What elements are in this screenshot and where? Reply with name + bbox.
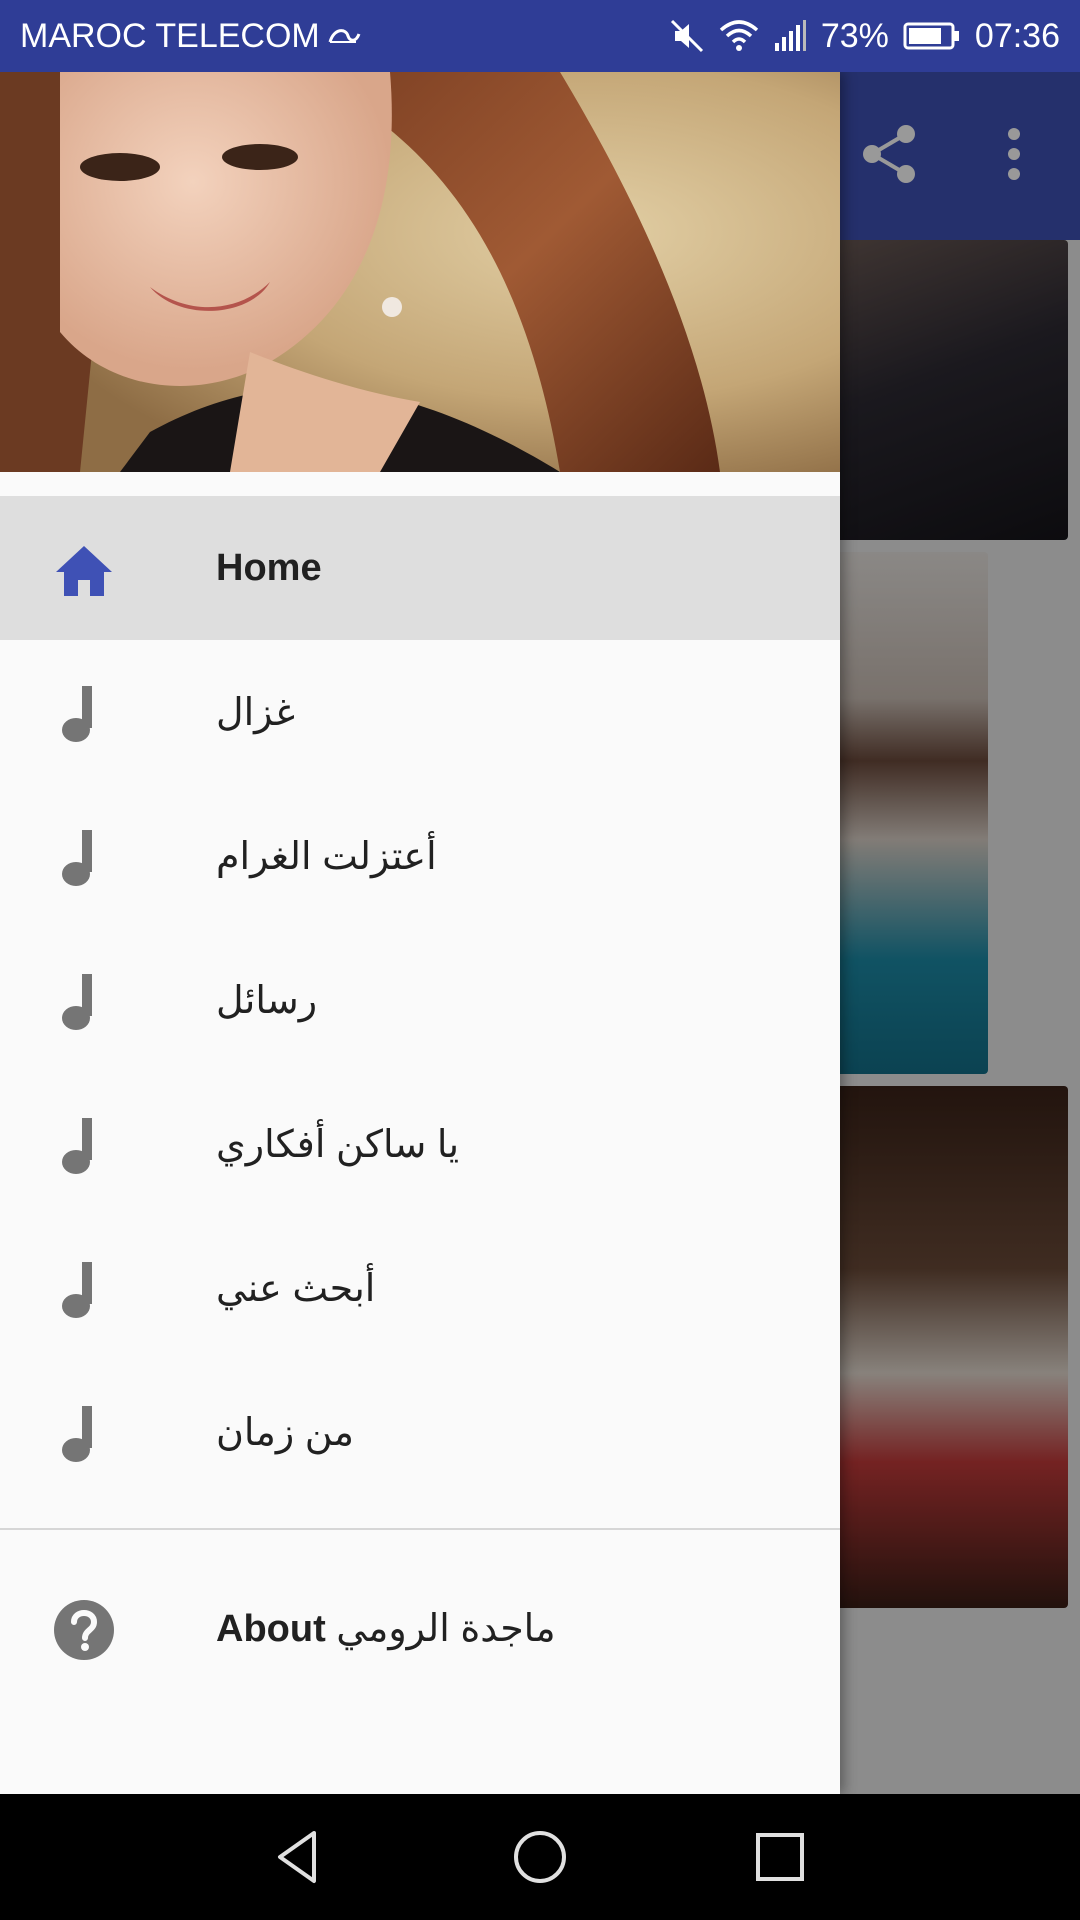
carrier-logo-icon <box>328 29 361 43</box>
help-icon <box>54 1600 114 1660</box>
navigation-drawer: Home غزال أعتزلت الغرام رسائل يا ساكن أف… <box>0 72 840 1794</box>
battery-percent: 73% <box>820 16 889 55</box>
system-navigation-bar <box>0 1794 1080 1920</box>
drawer-item-label: أعتزلت الغرام <box>216 835 437 878</box>
mute-icon <box>670 19 703 53</box>
drawer-item-song[interactable]: أبحث عني <box>0 1216 840 1360</box>
music-note-icon <box>62 974 92 1030</box>
carrier-name: MAROC TELECOM <box>20 16 320 55</box>
music-note-icon <box>62 1262 92 1318</box>
about-label: About <box>216 1607 326 1650</box>
music-note-icon <box>62 1118 92 1174</box>
drawer-header-image <box>0 72 840 472</box>
drawer-item-label: About ماجدة الرومي <box>216 1606 556 1651</box>
signal-icon <box>774 20 806 51</box>
drawer-divider <box>0 1528 840 1530</box>
drawer-item-song[interactable]: أعتزلت الغرام <box>0 784 840 928</box>
home-button-icon[interactable] <box>510 1827 570 1887</box>
battery-icon <box>903 22 959 50</box>
drawer-item-song[interactable]: يا ساكن أفكاري <box>0 1072 840 1216</box>
drawer-item-song[interactable]: غزال <box>0 640 840 784</box>
drawer-item-song[interactable]: من زمان <box>0 1360 840 1504</box>
singer-portrait <box>0 72 840 472</box>
drawer-item-label: أبحث عني <box>216 1267 376 1310</box>
drawer-item-label: يا ساكن أفكاري <box>216 1123 460 1166</box>
drawer-item-label: من زمان <box>216 1411 355 1454</box>
back-icon[interactable] <box>270 1827 330 1887</box>
status-bar: MAROC TELECOM 73% 07:36 <box>0 0 1080 72</box>
home-icon <box>56 546 112 596</box>
clock: 07:36 <box>974 16 1060 55</box>
music-note-icon <box>62 830 92 886</box>
artist-name: ماجدة الرومي <box>336 1607 556 1650</box>
drawer-item-label: غزال <box>216 691 296 734</box>
drawer-item-label: Home <box>216 546 322 589</box>
music-note-icon <box>62 1406 92 1462</box>
recents-icon[interactable] <box>750 1827 810 1887</box>
music-note-icon <box>62 686 92 742</box>
drawer-item-home[interactable]: Home <box>0 496 840 640</box>
drawer-item-about[interactable]: About ماجدة الرومي <box>0 1556 840 1700</box>
wifi-icon <box>719 20 759 51</box>
drawer-item-label: رسائل <box>216 979 318 1022</box>
drawer-item-song[interactable]: رسائل <box>0 928 840 1072</box>
